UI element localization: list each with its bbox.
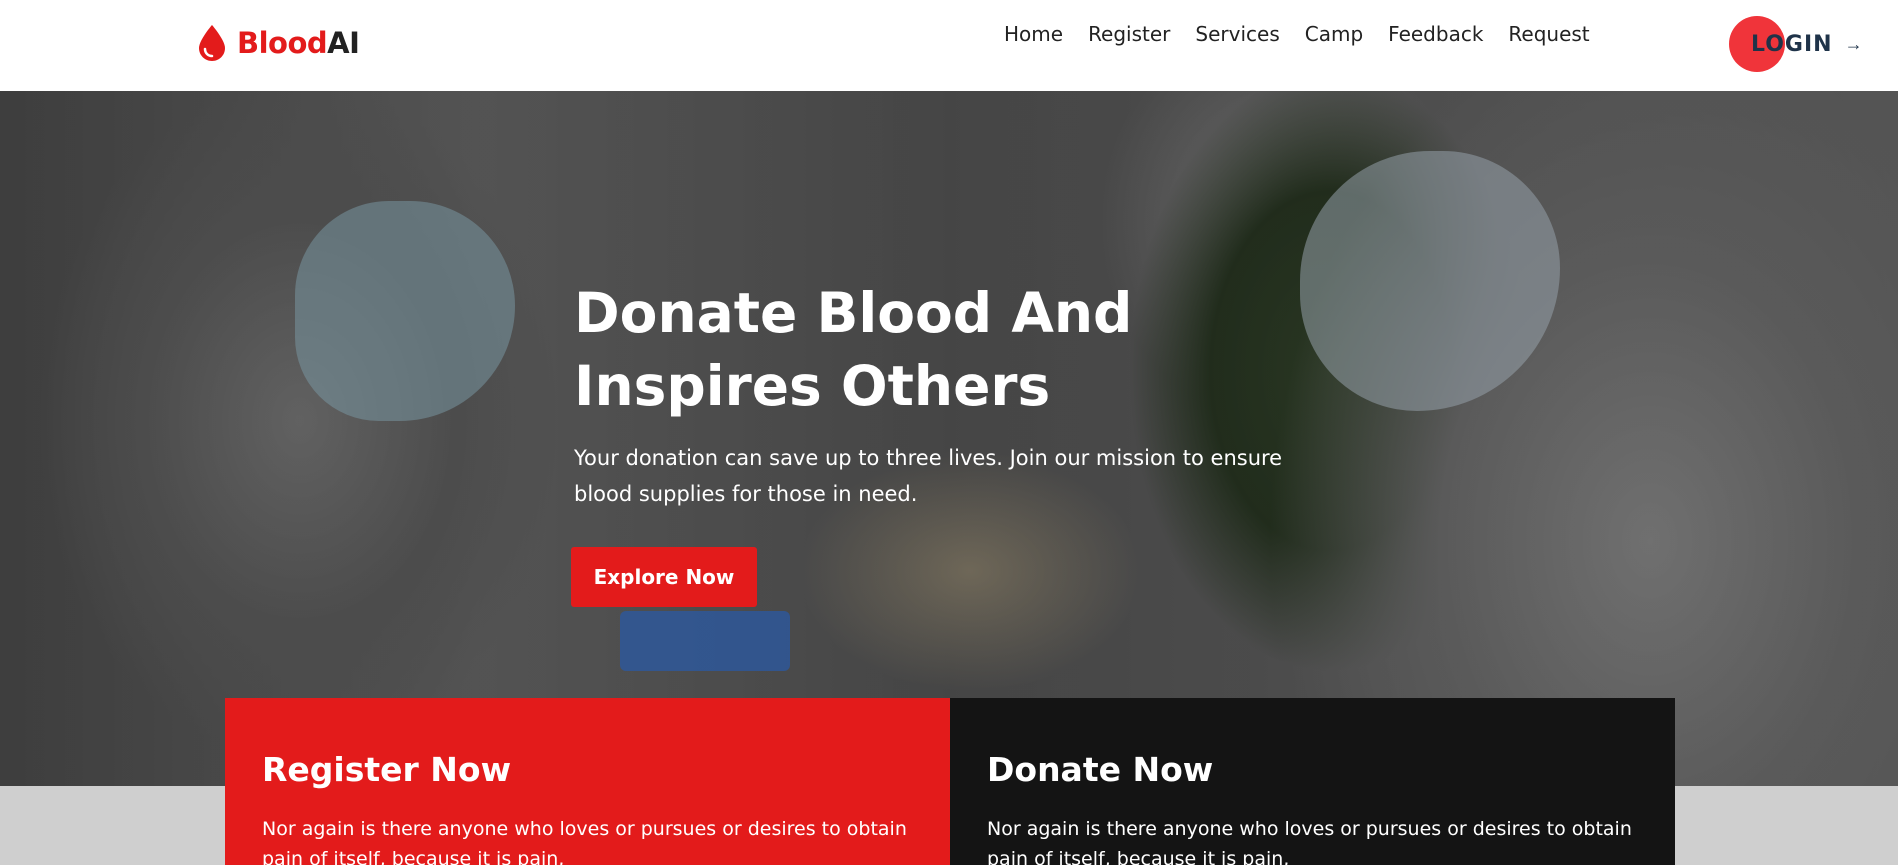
hero-background-image: [295, 201, 515, 421]
blood-drop-icon: [199, 25, 225, 61]
hero-background-detail: [1300, 151, 1560, 411]
hero-title-line2: Inspires Others: [574, 354, 1051, 418]
nav-item-camp[interactable]: Camp: [1305, 20, 1363, 48]
hero-title-line1: Donate Blood And: [574, 281, 1133, 345]
explore-now-button[interactable]: Explore Now: [571, 547, 757, 607]
brand-name-primary: Blood: [237, 26, 328, 60]
arrow-right-icon: →: [1844, 33, 1863, 54]
main-nav: Home Register Services Camp Feedback Req…: [1004, 20, 1615, 48]
nav-item-home[interactable]: Home: [1004, 20, 1063, 48]
hero-background-detail: [620, 611, 790, 671]
nav-item-request[interactable]: Request: [1508, 20, 1589, 48]
card-title: Donate Now: [987, 750, 1214, 789]
login-button[interactable]: LOGIN →: [1729, 16, 1863, 72]
card-title: Register Now: [262, 750, 512, 789]
site-header: BloodAI Home Register Services Camp Feed…: [0, 0, 1898, 91]
brand-logo[interactable]: BloodAI: [197, 24, 360, 62]
hero-section: Donate Blood And Inspires Others Your do…: [0, 91, 1898, 786]
brand-name-secondary: AI: [327, 26, 360, 60]
hero-title: Donate Blood And Inspires Others: [574, 277, 1174, 423]
brand-name: BloodAI: [237, 26, 360, 60]
card-text: Nor again is there anyone who loves or p…: [987, 818, 1632, 865]
donate-now-card[interactable]: Donate Now Nor again is there anyone who…: [950, 698, 1675, 865]
nav-item-register[interactable]: Register: [1088, 20, 1170, 48]
nav-item-services[interactable]: Services: [1195, 20, 1279, 48]
login-label: LOGIN: [1751, 31, 1833, 57]
card-text: Nor again is there anyone who loves or p…: [262, 818, 907, 865]
nav-item-feedback[interactable]: Feedback: [1388, 20, 1483, 48]
hero-subtitle: Your donation can save up to three lives…: [574, 446, 1283, 506]
register-now-card[interactable]: Register Now Nor again is there anyone w…: [225, 698, 950, 865]
